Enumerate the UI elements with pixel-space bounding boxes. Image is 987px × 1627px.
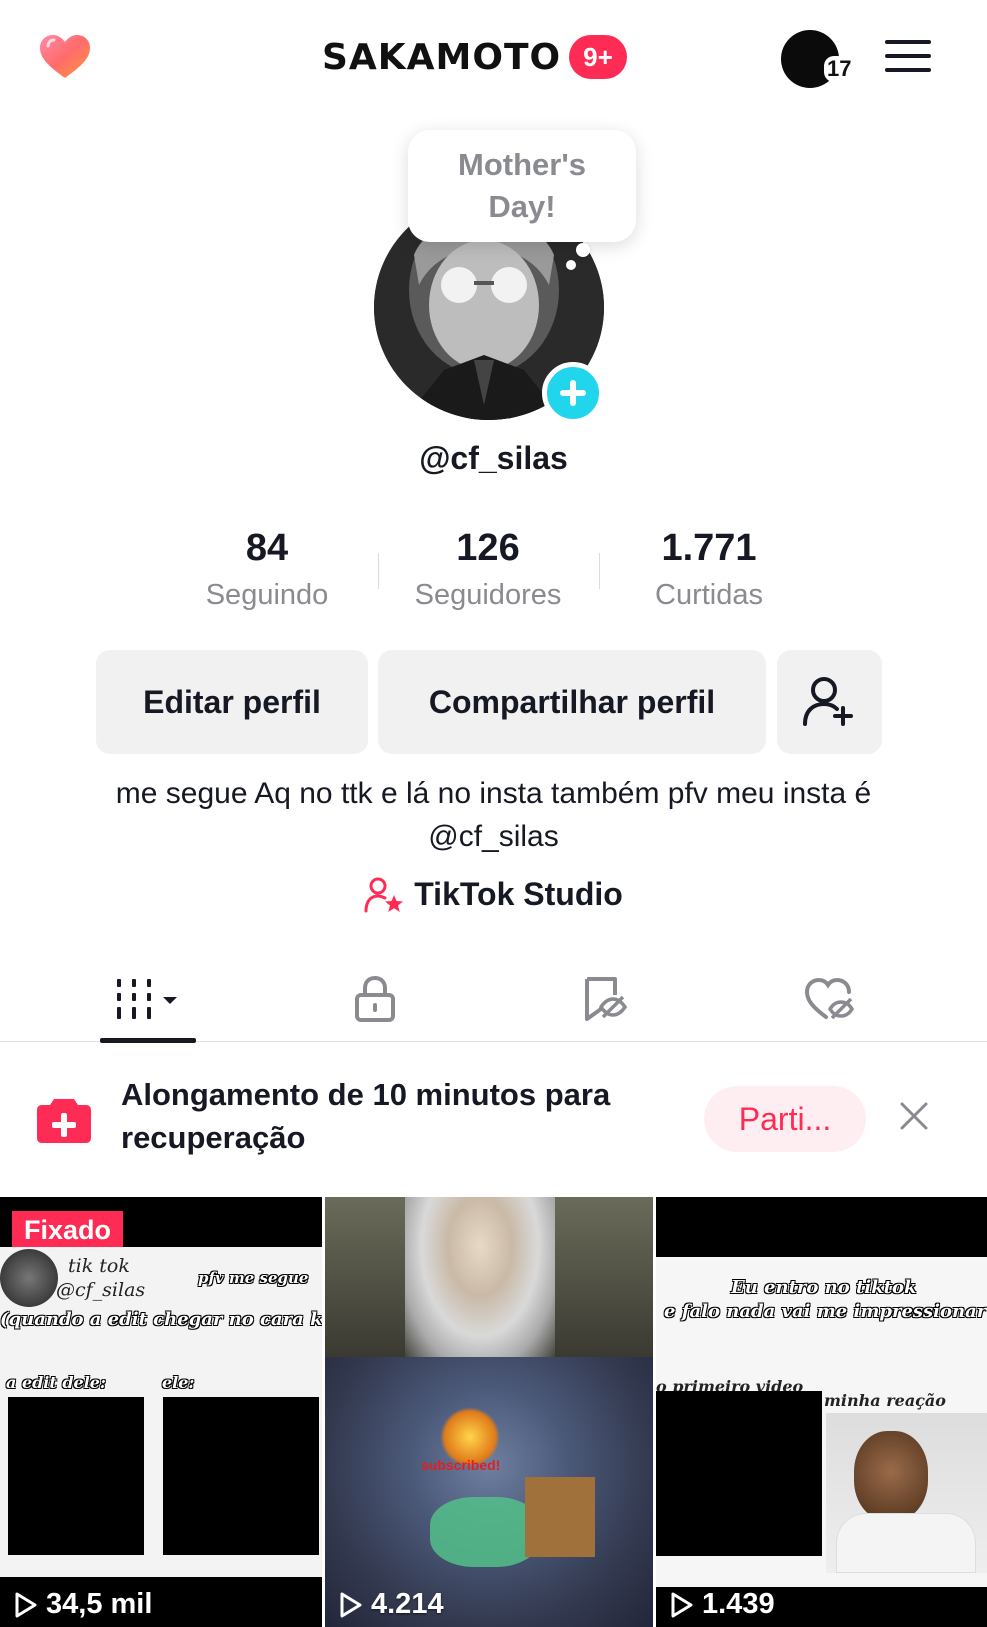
pinned-badge: Fixado — [12, 1211, 124, 1247]
thumb-face — [854, 1431, 928, 1521]
bubble-tail — [576, 243, 590, 257]
menu-icon[interactable] — [885, 38, 933, 74]
view-count-value: 4.214 — [371, 1588, 444, 1620]
tab-private[interactable] — [340, 955, 410, 1042]
tab-liked[interactable] — [795, 955, 865, 1042]
stat-value: 126 — [456, 527, 520, 569]
view-count: 1.439 — [670, 1588, 775, 1621]
tab-videos[interactable] — [100, 955, 196, 1043]
share-profile-button[interactable]: Compartilhar perfil — [378, 650, 766, 754]
close-icon[interactable] — [899, 1101, 929, 1131]
add-avatar-button[interactable] — [542, 362, 604, 424]
heart-hidden-icon — [804, 977, 855, 1019]
thumb-shirt — [836, 1513, 976, 1573]
stat-divider — [599, 553, 600, 589]
thumb-person — [405, 1197, 555, 1362]
lock-icon — [355, 975, 395, 1022]
thumb-creature — [430, 1497, 540, 1567]
promo-participate-button[interactable]: Parti... — [704, 1086, 866, 1152]
thumb-black-box — [656, 1391, 822, 1556]
note-bubble-text: Mother's Day! — [458, 147, 586, 224]
thumb-overlay-text: subscribed! — [421, 1457, 501, 1473]
bookmark-hidden-icon — [585, 976, 627, 1021]
brand-logo[interactable]: SAKAMOTO 9+ — [322, 33, 627, 81]
stat-label: Curtidas — [655, 579, 763, 611]
play-icon — [15, 1592, 37, 1617]
thumb-chest — [525, 1477, 595, 1557]
video-grid: tik tok @cf_silas pfv me segue (quando a… — [0, 1197, 987, 1627]
heart-icon[interactable] — [38, 34, 92, 80]
video-thumbnail[interactable]: subscribed! 4.214 — [325, 1197, 653, 1627]
stat-value: 1.771 — [661, 527, 757, 569]
tiktok-studio-link[interactable]: TikTok Studio — [0, 876, 987, 913]
thumb-caption-top2: e falo nada vai me impressionar — [663, 1301, 987, 1323]
thumb-game — [325, 1357, 653, 1627]
view-count: 34,5 mil — [14, 1588, 152, 1621]
thumb-black-box — [8, 1397, 144, 1555]
video-thumbnail[interactable]: tik tok @cf_silas pfv me segue (quando a… — [0, 1197, 322, 1627]
thumb-caption-right: ele: — [161, 1373, 195, 1393]
thumb-caption-follow: pfv me segue — [197, 1269, 309, 1288]
create-icon — [37, 1099, 91, 1143]
tab-saved[interactable] — [568, 955, 638, 1042]
stat-divider — [378, 553, 379, 589]
thumb-caption-right: minha reação — [824, 1391, 946, 1410]
top-bar: SAKAMOTO 9+ 17 — [0, 0, 987, 115]
promo-text: Alongamento de 10 minutos para recuperaç… — [121, 1077, 611, 1155]
studio-label: TikTok Studio — [414, 876, 623, 912]
view-count: 4.214 — [339, 1588, 444, 1621]
thumb-caption-left: a edit dele: — [6, 1373, 107, 1393]
profile-bio: me segue Aq no ttk e lá no insta também … — [115, 777, 872, 853]
grid-icon — [117, 978, 177, 1019]
thumb-black-box — [163, 1397, 319, 1555]
story-count: 17 — [824, 56, 855, 82]
profile-stats: 84 Seguindo 126 Seguidores 1.771 Curtida… — [0, 525, 987, 615]
view-count-value: 1.439 — [702, 1588, 775, 1620]
stat-label: Seguidores — [414, 579, 562, 611]
note-bubble[interactable]: Mother's Day! — [408, 130, 636, 242]
thumb-caption-main: (quando a edit chegar no cara kkkk) — [0, 1309, 322, 1331]
edit-profile-button[interactable]: Editar perfil — [96, 650, 368, 754]
profile-tabs — [0, 955, 987, 1043]
stat-followers[interactable]: 126 Seguidores — [388, 525, 588, 612]
thumb-caption-name: tik tok — [68, 1255, 130, 1277]
stat-value: 84 — [245, 527, 289, 569]
stat-following[interactable]: 84 Seguindo — [167, 525, 367, 612]
thumb-caption-top1: Eu entro no tiktok — [730, 1277, 917, 1299]
play-icon — [340, 1592, 362, 1617]
brand-name: SAKAMOTO — [322, 36, 562, 78]
play-icon — [671, 1592, 693, 1617]
stat-likes[interactable]: 1.771 Curtidas — [609, 525, 809, 612]
thumb-avatar — [0, 1249, 58, 1307]
bubble-tail — [566, 260, 576, 270]
studio-icon — [364, 877, 404, 912]
plus-icon — [560, 380, 586, 406]
video-thumbnail[interactable]: Eu entro no tiktok e falo nada vai me im… — [656, 1197, 987, 1627]
promo-banner: Alongamento de 10 minutos para recuperaç… — [0, 1043, 987, 1197]
add-friend-icon — [802, 677, 853, 726]
stat-label: Seguindo — [205, 579, 329, 611]
view-count-value: 34,5 mil — [46, 1588, 153, 1620]
thumb-photo — [826, 1413, 987, 1573]
add-friend-button[interactable] — [777, 650, 882, 754]
thumb-caption-handle: @cf_silas — [56, 1279, 146, 1301]
notification-badge: 9+ — [569, 35, 627, 79]
username: @cf_silas — [419, 440, 568, 476]
